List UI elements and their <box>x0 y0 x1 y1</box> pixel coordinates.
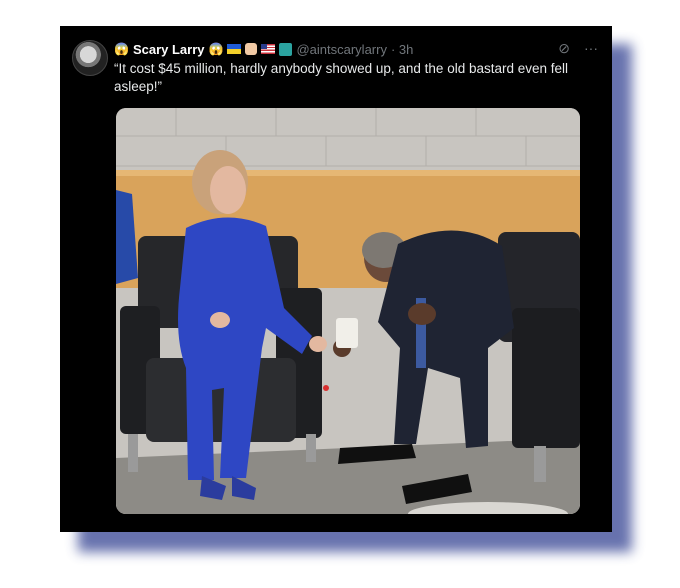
post-time[interactable]: · 3h <box>391 42 413 57</box>
user-handle[interactable]: @aintscarylarry <box>296 42 387 57</box>
tweet-text: “It cost $45 million, hardly anybody sho… <box>114 61 569 94</box>
tweet-header: 😱 Scary Larry 😱 @aintscarylarry · 3h <box>114 40 413 58</box>
photo-illustration <box>116 108 580 514</box>
scream-emoji-icon: 😱 <box>208 42 224 56</box>
grok-icon[interactable]: ⊘ <box>558 40 570 57</box>
tweet-photo[interactable] <box>116 108 580 514</box>
header-actions: ⊘ ··· <box>558 40 598 57</box>
us-flag-icon <box>261 44 276 54</box>
avatar[interactable] <box>72 40 108 76</box>
display-name[interactable]: Scary Larry <box>133 42 205 57</box>
dna-emoji-icon <box>279 42 293 56</box>
scream-emoji-icon: 😱 <box>114 42 129 56</box>
ukraine-flag-icon <box>227 44 242 54</box>
tweet-card[interactable]: 😱 Scary Larry 😱 @aintscarylarry · 3h ⊘ ·… <box>60 26 612 532</box>
more-options-icon[interactable]: ··· <box>584 40 598 57</box>
fist-emoji-icon <box>245 43 258 55</box>
